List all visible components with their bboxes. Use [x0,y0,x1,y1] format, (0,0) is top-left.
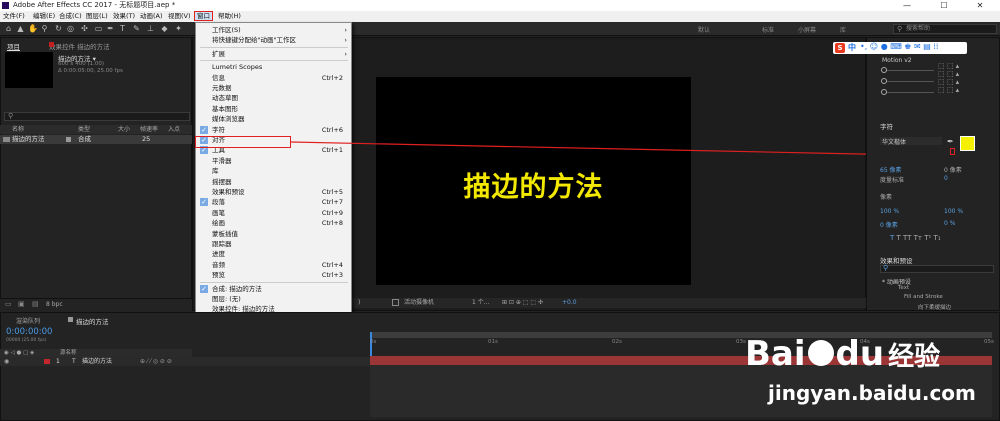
tree-preset-item[interactable]: 向下柔缓描边 [918,303,951,311]
ime-mode[interactable]: 中 [848,42,856,53]
ime-icons[interactable]: •, ☺ ● ⌨ ♚ ✉ ▤ ⁞⁞ [860,42,938,51]
slider-knob[interactable] [881,67,887,73]
baidu-url: jingyan.baidu.com [768,381,976,405]
baidu-logo-text: Bai [745,334,806,374]
tab-timeline-comp[interactable]: 描边的方法 [76,316,109,326]
baidu-du-text: du [835,334,885,374]
font-size-field[interactable]: 65 像素 [880,165,902,174]
stroke-width-field[interactable]: 像素 [880,192,892,201]
ruler-tick: 0s [370,339,377,345]
text-style-buttons[interactable]: T T TT Tт T¹ T₁ [890,234,941,242]
motion-slider-1[interactable] [884,70,934,71]
timecode-display[interactable]: 0:00:00:00 [6,327,52,337]
font-family-value: 华文楷体 [882,139,907,146]
tab-render-queue[interactable]: 渲染队列 [16,316,40,325]
stroke-swatch-highlight [950,148,955,155]
ime-toolbar[interactable]: S 中 •, ☺ ● ⌨ ♚ ✉ ▤ ⁞⁞ [833,42,967,54]
tracking-field[interactable]: 0 [944,175,948,182]
col-source-name[interactable]: 源名称 [60,349,77,357]
ruler-tick: 01s [488,339,498,345]
baidu-watermark: Bai du 经验 [745,334,940,374]
fill-color-swatch[interactable] [960,136,975,151]
timecode-frames: 00000 (25.00 fps) [6,338,47,343]
motion-slider-3[interactable] [884,92,934,93]
font-family-select[interactable]: 华文楷体 [880,137,942,146]
motion-panel-title: Motion v2 [882,57,912,64]
character-panel-title: 字符 [880,123,893,131]
baseline-field[interactable]: 0 像素 [880,220,898,229]
sogou-icon: S [835,43,845,53]
tree-fill-stroke[interactable]: Fill and Stroke [904,294,943,300]
tree-text[interactable]: Text [898,285,909,291]
text-layer-icon: T [72,358,76,365]
ruler-tick: 05s [984,339,994,345]
tsume-field[interactable]: 0 % [944,220,955,227]
leading-field[interactable]: 0 像素 [944,165,962,174]
layer-name[interactable]: 描边的方法 [82,357,112,366]
kerning-field[interactable]: 度量标准 [880,175,904,184]
layer-row[interactable]: ◉ 1 T 描边的方法 ⊕ ⁄ ⁄ ◎ ⊘ ⊘ [0,357,370,366]
comp-label-icon [68,317,73,322]
search-icon: ⚲ [883,264,889,272]
layer-label-color[interactable] [44,359,50,364]
baidu-jingyan-text: 经验 [888,342,941,372]
layer-columns: ◉ ◁ ● ▢ ◈ 源名称 [0,349,192,357]
motion-slider-2[interactable] [884,81,934,82]
horizontal-scale-field[interactable]: 100 % [944,208,963,215]
eyedropper-icon[interactable]: ✒ [947,137,954,146]
ruler-tick: 02s [612,339,622,345]
slider-knob[interactable] [881,78,887,84]
vertical-scale-field[interactable]: 100 % [880,208,899,215]
layer-number: 1 [56,358,60,365]
av-switch-icons[interactable]: ◉ ◁ ● ▢ ◈ [4,349,34,357]
layer-switches[interactable]: ⊕ ⁄ ⁄ ◎ ⊘ ⊘ [140,357,172,366]
motion-buttons[interactable]: ⬚ ⬚ ▴ ⬚ ⬚ ▴ ⬚ ⬚ ▴ ⬚ ⬚ ▴ [938,62,959,94]
effects-search-input[interactable]: ⚲ [880,264,994,273]
paw-icon [807,340,834,366]
slider-knob[interactable] [881,89,887,95]
visibility-icon[interactable]: ◉ [4,357,9,366]
